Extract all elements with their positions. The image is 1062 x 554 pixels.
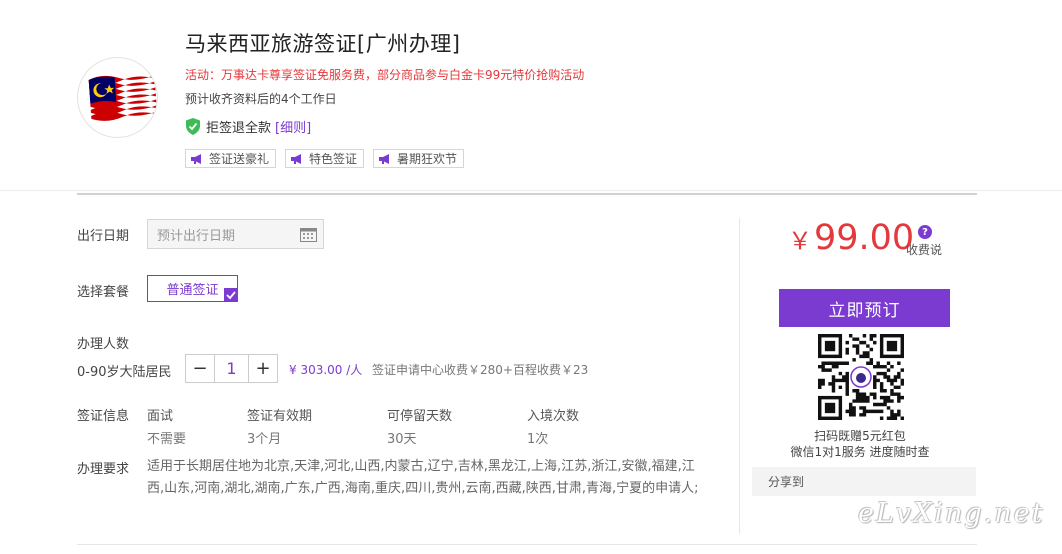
- calendar-icon[interactable]: [300, 226, 317, 242]
- shield-check-icon: [185, 118, 201, 135]
- panel-divider: [739, 218, 740, 534]
- requirement-text: 适用于长期居住地为北京,天津,河北,山西,内蒙古,辽宁,吉林,黑龙江,上海,江苏…: [147, 459, 699, 496]
- unit-price: ¥ 303.00 /人: [289, 363, 363, 377]
- tag-gift[interactable]: 签证送豪礼: [185, 149, 277, 168]
- help-icon[interactable]: ?: [918, 225, 932, 239]
- visa-info-header: 面试: [147, 409, 174, 424]
- share-label: 分享到: [768, 475, 805, 489]
- tag-label: 暑期狂欢节: [397, 152, 458, 166]
- date-placeholder: 预计出行日期: [157, 228, 236, 244]
- bottom-divider: [77, 544, 977, 545]
- watermark: eLvXing.net: [858, 498, 1045, 529]
- visa-info-value: 3个月: [247, 432, 282, 447]
- visa-info-value: 1次: [527, 432, 549, 447]
- megaphone-icon: [191, 153, 201, 164]
- refund-details-link[interactable]: [细则]: [275, 117, 311, 136]
- fee-breakdown: 签证申请中心收费￥280+百程收费￥23: [372, 363, 589, 377]
- visa-info-value: 不需要: [147, 432, 187, 447]
- megaphone-icon: [291, 153, 302, 164]
- country-flag-logo: [77, 57, 158, 138]
- tag-label: 特色签证: [309, 152, 358, 166]
- check-icon: [224, 288, 238, 302]
- promo-text: 活动：万事达卡尊享签证免服务费，部分商品参与白金卡99元特价抢购活动: [185, 68, 585, 82]
- price: ￥ 99.00: [788, 218, 914, 258]
- currency-symbol: ￥: [788, 227, 812, 255]
- tag-featured[interactable]: 特色签证: [285, 149, 365, 168]
- visa-info-header: 可停留天数: [387, 409, 453, 424]
- package-option-label: 普通签证: [166, 283, 219, 298]
- people-type: 0-90岁大陆居民: [77, 365, 172, 380]
- refund-label: 拒签退全款: [206, 121, 272, 136]
- requirement-label: 办理要求: [77, 462, 130, 477]
- people-label: 办理人数: [77, 337, 130, 352]
- quantity-stepper: − 1 +: [185, 354, 278, 383]
- decrement-button[interactable]: −: [186, 355, 214, 382]
- book-now-button[interactable]: 立即预订: [779, 289, 950, 327]
- price-value: 99.00: [814, 218, 915, 258]
- package-option-standard[interactable]: 普通签证: [147, 275, 238, 302]
- product-title: 马来西亚旅游签证[广州办理]: [185, 32, 461, 56]
- quantity-value[interactable]: 1: [214, 355, 249, 382]
- refund-guarantee: 拒签退全款 [细则]: [185, 117, 311, 136]
- package-label: 选择套餐: [77, 285, 130, 300]
- visa-info-header: 签证有效期: [247, 409, 313, 424]
- share-bar[interactable]: 分享到: [752, 467, 976, 496]
- section-divider: [77, 193, 977, 195]
- qr-caption-1: 扫码既赠5元红包: [814, 429, 906, 443]
- fee-description-link[interactable]: 收费说: [906, 241, 942, 258]
- qr-caption-2: 微信1对1服务 进度随时查: [790, 445, 930, 459]
- processing-time: 预计收齐资料后的4个工作日: [185, 92, 337, 106]
- visa-info-label: 签证信息: [77, 409, 130, 424]
- header-divider: [0, 190, 1062, 191]
- qr-code: [818, 334, 904, 420]
- megaphone-icon: [379, 153, 390, 164]
- increment-button[interactable]: +: [249, 355, 277, 382]
- tag-list: 签证送豪礼 特色签证 暑期狂欢节: [185, 149, 465, 168]
- tag-label: 签证送豪礼: [209, 152, 270, 166]
- date-input[interactable]: 预计出行日期: [147, 219, 324, 249]
- tag-summer[interactable]: 暑期狂欢节: [373, 149, 465, 168]
- visa-info-value: 30天: [387, 432, 417, 447]
- date-label: 出行日期: [77, 229, 130, 244]
- visa-info-header: 入境次数: [527, 409, 580, 424]
